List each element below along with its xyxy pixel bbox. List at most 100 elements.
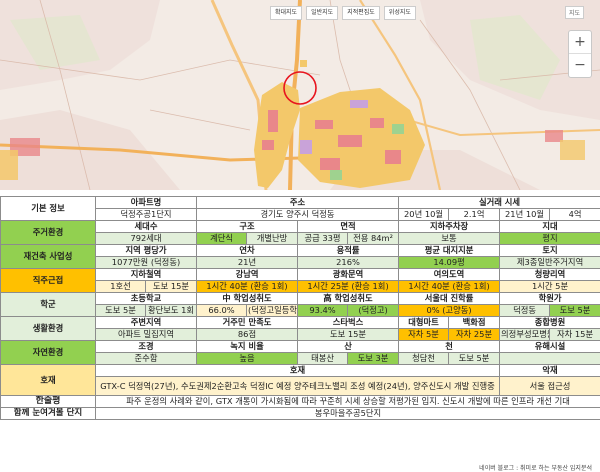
parking: 보통 [399, 233, 500, 245]
header-address: 주소 [197, 197, 399, 209]
map-type-button[interactable]: 지적편집도 [342, 6, 380, 20]
header-landscape: 조경 [96, 341, 197, 353]
high-score: 93.4% [298, 305, 348, 317]
header-cheongnyangni: 청량리역 [500, 269, 600, 281]
elementary-crosswalk: 황단보도 1회 [146, 305, 197, 317]
metro-line: 1호선 [96, 281, 146, 293]
yeouido-time: 1시간 40분 (환승 1회) [399, 281, 500, 293]
compare-text: 봉우마을주공5단지 [96, 408, 600, 420]
hospital-name: 의정부성모병원 [500, 329, 550, 341]
starbucks-walk: 도보 15분 [298, 329, 399, 341]
middle-score: 66.0% [197, 305, 247, 317]
trade-price: 4억 [550, 209, 600, 221]
academy-area: 덕정동 [500, 305, 550, 317]
zone-type: 제3종일반주거지역 [500, 257, 600, 269]
green-ratio: 높음 [197, 353, 298, 365]
header-academy: 학원가 [500, 293, 600, 305]
header-satisfaction: 거주민 만족도 [197, 317, 298, 329]
terrain: 평지 [500, 233, 600, 245]
elementary-walk: 도보 5분 [96, 305, 146, 317]
map-type-button[interactable]: 위성지도 [384, 6, 416, 20]
category-compare: 함께 눈여겨볼 단지 [1, 408, 96, 420]
address: 경기도 양주시 덕정동 [197, 209, 399, 221]
category-rebuild: 재건축 사업성 [1, 245, 96, 269]
map-type-button[interactable]: 확대지도 [270, 6, 302, 20]
mart-drive: 자차 5분 [399, 329, 449, 341]
header-gwanghwamun: 광화문역 [298, 269, 399, 281]
category-basic: 기본 정보 [1, 197, 96, 221]
header-surroundings: 주변지역 [96, 317, 197, 329]
header-high: 高 학업성취도 [298, 293, 399, 305]
category-school: 학군 [1, 293, 96, 317]
header-univ: 서울대 진학률 [399, 293, 500, 305]
map-canvas[interactable] [0, 0, 600, 190]
middle-school: (덕정고일등학원) [247, 305, 298, 317]
header-starbucks: 스타벅스 [298, 317, 399, 329]
stream-walk: 도보 5분 [449, 353, 500, 365]
apt-name: 덕정주공1단지 [96, 209, 197, 221]
header-age: 연차 [197, 245, 298, 257]
header-hospital: 종합병원 [500, 317, 600, 329]
land-share: 14.09평 [399, 257, 500, 269]
zoom-control: + − [568, 30, 592, 78]
header-middle: 中 학업성취도 [197, 293, 298, 305]
category-nature: 자연환경 [1, 341, 96, 365]
header-area: 면적 [298, 221, 399, 233]
landscape: 준수함 [96, 353, 197, 365]
floor-area-ratio: 216% [298, 257, 399, 269]
category-life: 생활환경 [1, 317, 96, 341]
header-mountain: 산 [298, 341, 399, 353]
header-stream: 천 [399, 341, 500, 353]
area-price: 1077만원 (덕정동) [96, 257, 197, 269]
property-info-table: 기본 정보 아파트명 주소 실거래 시세 덕정주공1단지 경기도 양주시 덕정동… [0, 196, 600, 420]
hazard [500, 353, 600, 365]
structure-stair: 계단식 [197, 233, 247, 245]
high-school: (덕정고) [348, 305, 399, 317]
cheongnyangni-time: 1시간 5분 [500, 281, 600, 293]
header-terrain: 지대 [500, 221, 600, 233]
stream-name: 청담천 [399, 353, 449, 365]
zoom-in-button[interactable]: + [569, 31, 591, 54]
header-price: 지역 평당가 [96, 245, 197, 257]
hospital-drive: 자차 15분 [550, 329, 600, 341]
metro-walk: 도보 15분 [146, 281, 197, 293]
mountain-name: 태봉산 [298, 353, 348, 365]
header-negative: 악재 [500, 365, 600, 377]
mountain-walk: 도보 3분 [348, 353, 399, 365]
structure-heating: 개별난방 [247, 233, 298, 245]
academy-walk: 도보 5분 [550, 305, 600, 317]
gangnam-time: 1시간 40분 (환승 1회) [197, 281, 298, 293]
header-positive: 호재 [96, 365, 500, 377]
dept-store-drive: 자차 25분 [449, 329, 500, 341]
map-type-button[interactable]: 일반지도 [306, 6, 338, 20]
households: 792세대 [96, 233, 197, 245]
header-apt-name: 아파트명 [96, 197, 197, 209]
header-gangnam: 강남역 [197, 269, 298, 281]
positive-issues: GTX-C 덕정역(27년), 수도권제2순환고속 덕정IC 예정 양주테크노밸… [96, 377, 500, 396]
category-commute: 직주근접 [1, 269, 96, 293]
gwanghwamun-time: 1시간 25분 (환승 1회) [298, 281, 399, 293]
negative-issues: 서울 접근성 [500, 377, 600, 396]
univ-rate: 0% (고양동) [399, 305, 500, 317]
review-text: 파주 운정의 사례와 같이, GTX 개통이 가시화됨에 따라 꾸준히 시세 상… [96, 396, 600, 408]
header-metro: 지하철역 [96, 269, 197, 281]
zoom-out-button[interactable]: − [569, 54, 591, 76]
header-dept-store: 백화점 [449, 317, 500, 329]
header-trade: 실거래 시세 [399, 197, 600, 209]
header-yeouido: 여의도역 [399, 269, 500, 281]
map-tag[interactable]: 지도 [565, 6, 584, 19]
header-green-ratio: 녹지 비율 [197, 341, 298, 353]
map-type-controls: 확대지도 일반지도 지적편집도 위성지도 [270, 6, 416, 20]
header-hazard: 유해시설 [500, 341, 600, 353]
map-view[interactable]: 확대지도 일반지도 지적편집도 위성지도 지도 + − [0, 0, 600, 190]
category-review: 한줄평 [1, 396, 96, 408]
header-far: 용적률 [298, 245, 399, 257]
exclusive-area: 전용 84m² [348, 233, 399, 245]
header-mart: 대형마트 [399, 317, 449, 329]
header-land: 평균 대지지분 [399, 245, 500, 257]
header-households: 세대수 [96, 221, 197, 233]
category-living: 주거환경 [1, 221, 96, 245]
header-parking: 지하주차장 [399, 221, 500, 233]
trade-date: 21년 10월 [500, 209, 550, 221]
satisfaction: 86점 [197, 329, 298, 341]
